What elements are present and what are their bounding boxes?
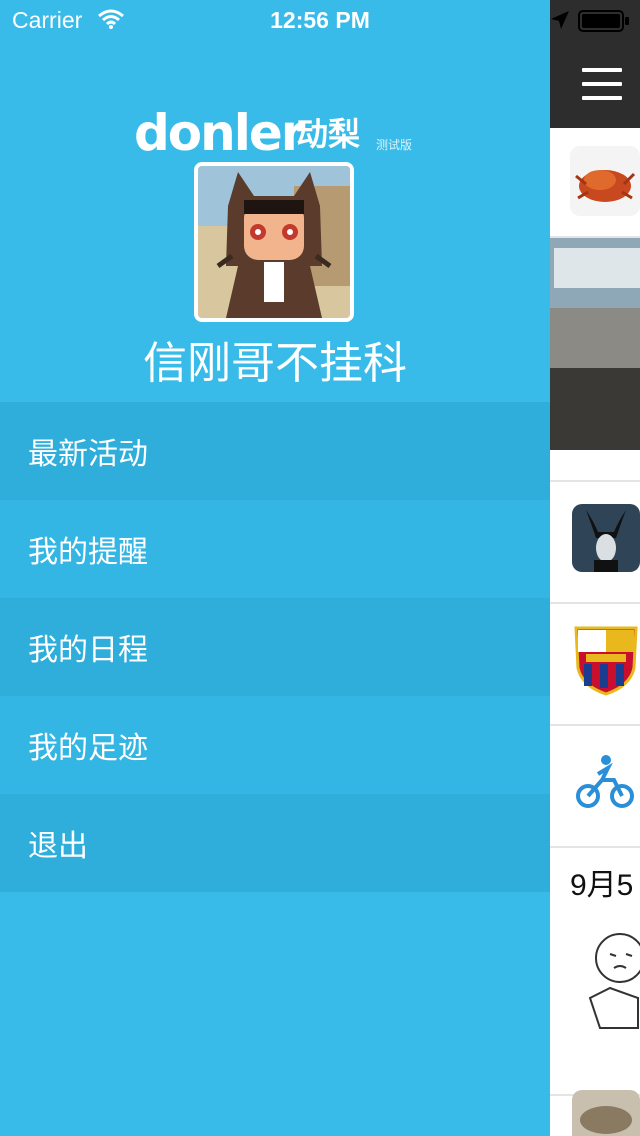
menu-item-label: 我的提醒 — [28, 535, 148, 570]
menu-item-label: 我的日程 — [28, 633, 148, 668]
avatar[interactable] — [194, 162, 354, 322]
keyboard-photo — [550, 238, 640, 450]
status-time: 12:56 PM — [270, 7, 370, 33]
feed-item[interactable] — [550, 1090, 640, 1136]
date-label: 9月5 — [570, 869, 634, 902]
menu-item-my-schedule[interactable]: 我的日程 — [0, 598, 550, 696]
feed-item[interactable] — [550, 238, 640, 482]
feed-item[interactable] — [550, 726, 640, 848]
menu-item-label: 我的足迹 — [28, 731, 148, 766]
fcb-logo — [572, 624, 640, 696]
menu-item-my-footprints[interactable]: 我的足迹 — [0, 696, 550, 794]
feed-item[interactable] — [550, 482, 640, 604]
menu-item-label: 最新活动 — [28, 437, 148, 472]
menu-item-logout[interactable]: 退出 — [0, 794, 550, 892]
beta-tag: 测试版 — [376, 138, 413, 152]
logo-text: donler — [134, 104, 305, 162]
feed-item[interactable] — [550, 604, 640, 726]
side-drawer: donler 动梨 测试版 信刚哥不挂科 最新活动 我的提醒 我的日程 我的足迹… — [0, 0, 550, 1136]
bowl-thumbnail — [572, 1090, 640, 1136]
user-name: 信刚哥不挂科 — [143, 338, 407, 389]
menu-item-latest-activities[interactable]: 最新活动 — [0, 402, 550, 500]
cycling-icon — [576, 754, 636, 814]
side-menu: 最新活动 我的提醒 我的日程 我的足迹 退出 — [0, 402, 550, 892]
location-arrow-icon — [550, 10, 570, 34]
main-content-panel[interactable]: 9月5 — [550, 0, 640, 1136]
feed-item[interactable]: 9月5 — [550, 848, 640, 1096]
status-right — [550, 0, 640, 40]
feed-item[interactable] — [550, 128, 640, 238]
menu-icon[interactable] — [582, 68, 622, 100]
menu-item-label: 退出 — [28, 829, 88, 864]
battery-icon — [578, 10, 630, 36]
menu-item-my-reminders[interactable]: 我的提醒 — [0, 500, 550, 598]
status-bar: Carrier 12:56 PM — [0, 0, 640, 40]
app-logo: donler 动梨 测试版 — [134, 108, 434, 168]
movie-thumbnail — [572, 504, 640, 572]
cartoon-thumbnail — [580, 928, 640, 1042]
logo-text-cn: 动梨 — [296, 115, 361, 153]
crab-thumbnail — [570, 146, 640, 216]
